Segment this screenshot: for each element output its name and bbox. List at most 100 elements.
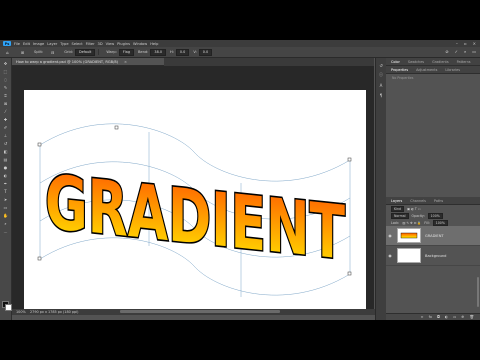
trash-icon[interactable]: 🗑 <box>469 315 474 319</box>
cancel-transform-icon[interactable]: ⊘ <box>445 49 448 54</box>
visibility-eye-icon[interactable]: ◉ <box>386 233 394 238</box>
commit-transform-icon[interactable]: ✓ <box>455 49 458 54</box>
tab-gradients[interactable]: Gradients <box>432 60 449 64</box>
workspace-icon[interactable]: ▭ <box>472 49 476 54</box>
layer-row-gradient[interactable]: ◉ GRADIENT <box>386 226 480 246</box>
eraser-tool-icon[interactable]: ◧ <box>2 148 9 154</box>
vertical-scrollbar[interactable] <box>477 277 479 307</box>
character-icon[interactable]: A <box>378 82 384 88</box>
menu-edit[interactable]: Edit <box>23 42 30 46</box>
v-label: V: <box>193 50 197 54</box>
menu-type[interactable]: Type <box>60 42 68 46</box>
shape-tool-icon[interactable]: ▭ <box>2 204 9 210</box>
canvas[interactable]: GRADIENT <box>24 90 366 313</box>
link-layers-icon[interactable]: ∞ <box>421 315 424 319</box>
background-color-swatch[interactable] <box>5 304 12 311</box>
tab-patterns[interactable]: Patterns <box>457 60 471 64</box>
v-distortion-input[interactable]: 0.0 <box>198 48 213 56</box>
healing-tool-icon[interactable]: ✚ <box>2 116 9 122</box>
search-icon[interactable]: ⌕ <box>464 49 466 54</box>
window-controls: – ▫ × <box>456 41 476 46</box>
h-distortion-input[interactable]: 0.0 <box>175 48 190 56</box>
tab-paths[interactable]: Paths <box>434 199 443 203</box>
fx-icon[interactable]: fx <box>429 315 432 319</box>
menu-file[interactable]: File <box>14 42 20 46</box>
tab-layers[interactable]: Layers <box>391 199 402 203</box>
menu-view[interactable]: View <box>106 42 115 46</box>
quick-select-tool-icon[interactable]: ✎ <box>2 84 9 90</box>
grid-select[interactable]: Default <box>74 48 96 56</box>
layer-thumbnail <box>397 228 421 243</box>
adjustment-layer-icon[interactable]: ◐ <box>445 315 448 319</box>
close-icon[interactable]: × <box>473 41 476 46</box>
opacity-input[interactable]: 100% <box>427 212 443 219</box>
new-layer-icon[interactable]: ⊕ <box>461 315 464 319</box>
tab-adjustments[interactable]: Adjustments <box>416 68 437 72</box>
grid-label: Grid: <box>64 50 73 54</box>
history-icon[interactable]: ↺ <box>378 62 384 68</box>
options-right: ⊘ ✓ ⌕ ▭ <box>445 49 476 54</box>
fill-input[interactable]: 100% <box>432 219 448 226</box>
zoom-level[interactable]: 100% <box>16 310 30 314</box>
type-tool-icon[interactable]: T <box>2 188 9 194</box>
bend-input[interactable]: 38.0 <box>150 48 166 56</box>
brush-tool-icon[interactable]: ✐ <box>2 124 9 130</box>
layer-row-background[interactable]: ◉ Background <box>386 246 480 266</box>
home-icon[interactable]: ⌂ <box>4 49 11 55</box>
mask-icon[interactable]: ◘ <box>437 315 440 319</box>
gradient-tool-icon[interactable]: ▤ <box>2 156 9 162</box>
warped-gradient-text[interactable]: GRADIENT <box>43 158 346 279</box>
menu-layer[interactable]: Layer <box>47 42 57 46</box>
lasso-tool-icon[interactable]: ◌ <box>2 76 9 82</box>
frame-tool-icon[interactable]: ⊠ <box>2 100 9 106</box>
layer-name[interactable]: Background <box>425 254 446 258</box>
menu-window[interactable]: Window <box>133 42 147 46</box>
path-select-tool-icon[interactable]: ➤ <box>2 196 9 202</box>
gradient-text-thumbnail <box>400 232 418 239</box>
warp-style-select[interactable]: Flag <box>118 48 134 56</box>
layers-panel-tabs: Layers Channels Paths <box>386 197 480 205</box>
right-panels: Color Swatches Gradients Patterns Proper… <box>386 58 480 320</box>
history-brush-tool-icon[interactable]: ↺ <box>2 140 9 146</box>
paragraph-icon[interactable]: ¶ <box>378 92 384 98</box>
crop-tool-icon[interactable]: ⌗ <box>2 92 9 98</box>
visibility-eye-icon[interactable]: ◉ <box>386 253 394 258</box>
document-tab[interactable]: How to warp a gradient.psd @ 100% (GRADI… <box>12 58 164 66</box>
maximize-icon[interactable]: ▫ <box>464 41 467 46</box>
marquee-tool-icon[interactable]: ⬚ <box>2 68 9 74</box>
tab-properties[interactable]: Properties <box>391 68 408 72</box>
horizontal-scrollbar[interactable] <box>120 310 280 313</box>
move-tool-icon[interactable]: ✥ <box>2 60 9 66</box>
warp-label: Warp: <box>106 50 117 54</box>
minimize-icon[interactable]: – <box>456 41 458 46</box>
filter-icons[interactable]: ▣ ◐ T ▭ <box>407 207 421 211</box>
hand-tool-icon[interactable]: ✋ <box>2 212 9 218</box>
blur-tool-icon[interactable]: ● <box>2 164 9 170</box>
pen-tool-icon[interactable]: ✒ <box>2 180 9 186</box>
menu-plugins[interactable]: Plugins <box>117 42 130 46</box>
menu-image[interactable]: Image <box>33 42 44 46</box>
zoom-tool-icon[interactable]: ⌕ <box>2 220 9 226</box>
tab-color[interactable]: Color <box>391 60 400 64</box>
tab-channels[interactable]: Channels <box>410 199 426 203</box>
tab-swatches[interactable]: Swatches <box>408 60 424 64</box>
menu-help[interactable]: Help <box>150 42 158 46</box>
eyedropper-tool-icon[interactable]: ⁄ <box>2 108 9 114</box>
kind-filter-select[interactable]: Kind <box>391 205 405 212</box>
lock-icons[interactable]: ▨ ✎ ✥ ⊡ 🔒 <box>402 221 421 225</box>
menu-select[interactable]: Select <box>72 42 83 46</box>
more-tools-icon[interactable]: … <box>2 228 9 234</box>
close-document-icon[interactable]: × <box>124 60 127 64</box>
menu-3d[interactable]: 3D <box>98 42 103 46</box>
tab-libraries[interactable]: Libraries <box>445 68 460 72</box>
stamp-tool-icon[interactable]: ⊥ <box>2 132 9 138</box>
group-icon[interactable]: ▭ <box>453 315 456 319</box>
split-icon[interactable]: ⊟ <box>49 49 56 55</box>
layers-panel-footer: ∞ fx ◘ ◐ ▭ ⊕ 🗑 <box>386 313 480 320</box>
blend-mode-select[interactable]: Normal <box>391 212 409 219</box>
menu-filter[interactable]: Filter <box>86 42 95 46</box>
warp-tool-icon[interactable]: ⊞ <box>19 49 26 55</box>
dodge-tool-icon[interactable]: ◐ <box>2 172 9 178</box>
info-icon[interactable]: ⓘ <box>378 72 384 78</box>
layer-name[interactable]: GRADIENT <box>425 234 444 238</box>
